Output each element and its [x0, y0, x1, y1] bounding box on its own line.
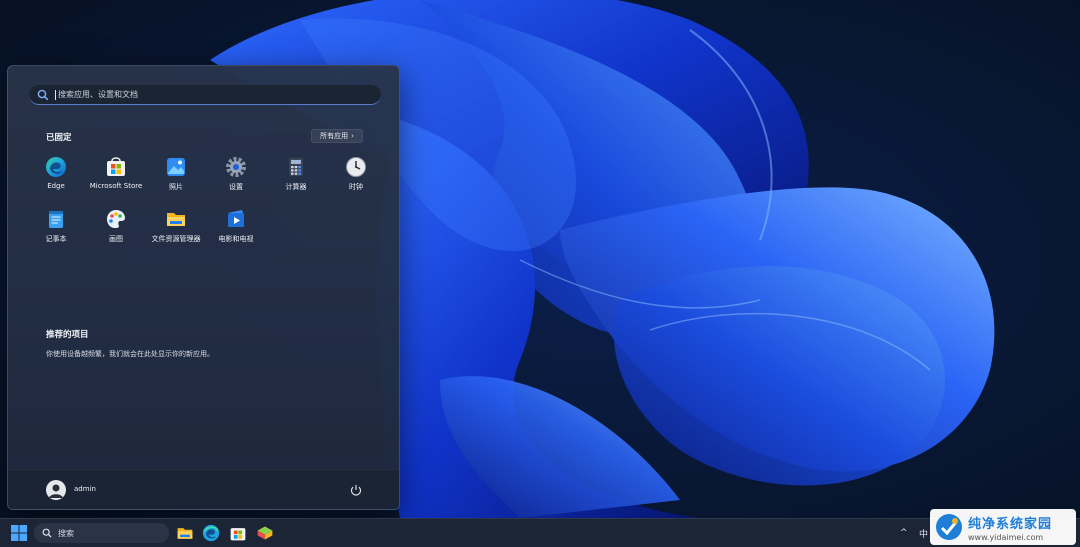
user-icon	[49, 484, 63, 498]
app-label: 时钟	[349, 183, 363, 191]
taskbar: 搜索 ^ 中	[0, 518, 1080, 547]
settings-icon	[225, 156, 247, 178]
watermark-title: 纯净系统家园	[968, 516, 1053, 532]
start-search-input[interactable]	[58, 90, 358, 99]
start-search-box[interactable]	[29, 85, 381, 105]
file-explorer-icon[interactable]	[176, 524, 194, 542]
watermark-url: www.yidaimei.com	[968, 532, 1044, 542]
app-label: 记事本	[45, 235, 67, 243]
all-apps-label: 所有应用	[320, 132, 349, 140]
notepad-icon	[45, 208, 67, 230]
taskbar-search-box[interactable]: 搜索	[34, 523, 169, 543]
pinned-app-settings[interactable]: 设置	[206, 156, 266, 198]
watermark-logo: 纯净系统家园 www.yidaimei.com	[930, 509, 1076, 545]
app-label: Edge	[47, 182, 65, 190]
text-caret	[55, 89, 56, 100]
avatar[interactable]	[46, 480, 66, 500]
pinned-app-movies-tv[interactable]: 电影和电视	[206, 208, 266, 250]
app-label: 计算器	[285, 183, 307, 191]
taskbar-search-label: 搜索	[58, 528, 74, 538]
app-label: Microsoft Store	[89, 182, 143, 190]
pinned-section-title: 已固定	[46, 133, 72, 143]
all-apps-button[interactable]: 所有应用 ›	[311, 129, 363, 143]
pinned-app-photos[interactable]: 照片	[146, 156, 206, 198]
paint-icon	[105, 208, 127, 230]
edge-icon	[45, 156, 67, 178]
photos-icon	[165, 156, 187, 178]
watermark-logo-icon	[936, 514, 962, 540]
recommended-empty-text: 你使用设备越频繁，我们就会在此处显示你的新应用。	[46, 350, 214, 358]
pinned-app-file-explorer[interactable]: 文件资源管理器	[146, 208, 206, 250]
pinned-app-calculator[interactable]: 计算器	[266, 156, 326, 198]
app-label: 照片	[169, 183, 183, 191]
movies-icon	[225, 208, 247, 230]
app-icon[interactable]	[256, 524, 274, 542]
pinned-app-clock[interactable]: 时钟	[326, 156, 386, 198]
clock-icon	[345, 156, 367, 178]
app-label: 文件资源管理器	[151, 235, 201, 243]
ime-indicator[interactable]: 中	[919, 527, 928, 540]
store-icon	[105, 156, 127, 178]
search-icon	[42, 528, 52, 538]
calculator-icon	[285, 156, 307, 178]
power-icon[interactable]	[349, 483, 363, 497]
store-icon[interactable]	[229, 524, 247, 542]
app-label: 画图	[109, 235, 123, 243]
pinned-app-microsoft-store[interactable]: Microsoft Store	[86, 156, 146, 198]
user-name[interactable]: admin	[74, 485, 96, 493]
pinned-app-notepad[interactable]: 记事本	[26, 208, 86, 250]
recommended-section-title: 推荐的项目	[46, 330, 89, 340]
chevron-right-icon: ›	[351, 132, 354, 140]
pinned-app-edge[interactable]: Edge	[26, 156, 86, 198]
start-menu-footer: admin	[8, 469, 399, 509]
start-menu: 已固定 所有应用 › Edge	[7, 65, 400, 510]
search-icon	[37, 89, 49, 100]
tray-chevron-up-icon[interactable]: ^	[900, 528, 908, 538]
edge-icon[interactable]	[202, 524, 220, 542]
app-label: 设置	[229, 183, 243, 191]
folder-icon	[165, 208, 187, 230]
windows-start-icon[interactable]	[10, 524, 28, 542]
pinned-app-paint[interactable]: 画图	[86, 208, 146, 250]
app-label: 电影和电视	[218, 235, 254, 243]
